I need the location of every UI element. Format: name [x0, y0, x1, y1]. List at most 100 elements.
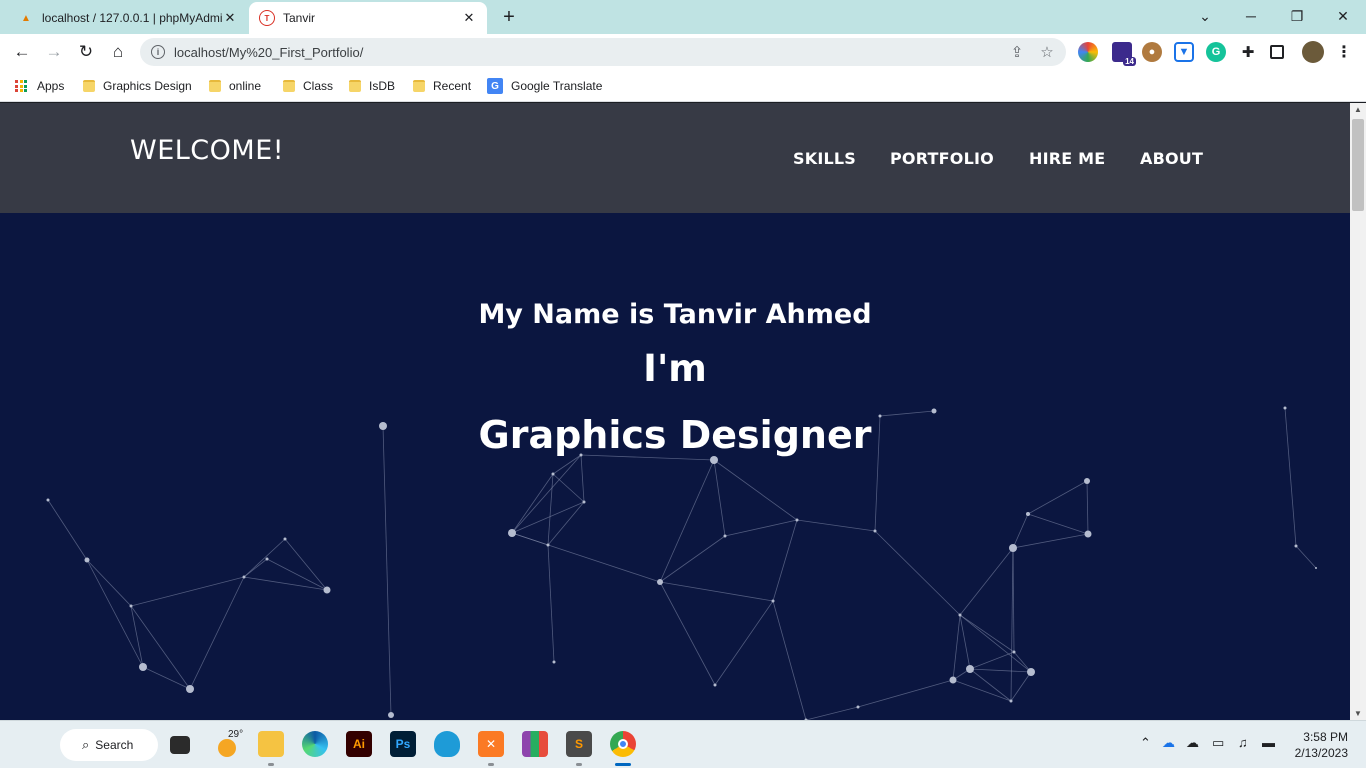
nav-hire-me[interactable]: HIRE ME [1029, 149, 1105, 168]
cookie-extension-icon[interactable]: ● [1142, 42, 1162, 62]
apps-grid-icon [15, 80, 27, 92]
back-button[interactable]: ← [10, 40, 34, 64]
shield-extension-icon[interactable]: ▼ [1174, 42, 1194, 62]
page-scrollbar[interactable]: ▲ ▼ [1350, 103, 1366, 720]
sublime-icon[interactable]: S [566, 731, 592, 757]
photoshop-icon[interactable]: Ps [390, 731, 416, 757]
battery-icon[interactable]: ▬ [1262, 735, 1275, 750]
extensions-puzzle-icon[interactable]: ✚ [1238, 42, 1258, 62]
network-line [130, 605, 191, 690]
network-node [1027, 668, 1035, 676]
tab-phpmyadmin[interactable]: ▲ localhost / 127.0.0.1 | phpMyAdmin ✕ [8, 2, 248, 34]
system-clock[interactable]: 3:58 PM 2/13/2023 [1295, 729, 1348, 761]
minimize-button[interactable]: ─ [1228, 0, 1274, 32]
bookmark-label: Recent [433, 79, 472, 93]
nav-skills[interactable]: SKILLS [793, 149, 856, 168]
close-tab-icon[interactable]: ✕ [222, 10, 238, 26]
network-line [796, 519, 876, 532]
weather-widget[interactable]: 29° [216, 729, 246, 759]
bookmark-isdb[interactable]: IsDB [349, 76, 395, 96]
bookmark-class[interactable]: Class [283, 76, 333, 96]
app-icon[interactable] [434, 731, 460, 757]
url-text: localhost/My%20_First_Portfolio/ [174, 44, 364, 60]
network-line [724, 519, 798, 537]
nav-portfolio[interactable]: PORTFOLIO [890, 149, 994, 168]
network-node [551, 472, 555, 476]
scroll-up-icon[interactable]: ▲ [1354, 105, 1362, 114]
color-picker-extension-icon[interactable] [1078, 42, 1098, 62]
bookmark-label: Graphics Design [103, 79, 192, 93]
network-line [142, 666, 191, 690]
network-line [959, 614, 971, 670]
volume-icon[interactable]: ♫ [1238, 735, 1248, 750]
close-window-button[interactable]: ✕ [1320, 0, 1366, 32]
scroll-thumb[interactable] [1352, 119, 1364, 211]
file-explorer-icon[interactable] [258, 731, 284, 757]
chrome-icon[interactable] [610, 731, 636, 757]
network-node [186, 685, 194, 693]
network-line [284, 538, 328, 591]
profile-avatar[interactable] [1302, 41, 1324, 63]
network-line [243, 558, 268, 578]
share-icon[interactable]: ⇪ [1006, 41, 1028, 63]
network-line [1012, 513, 1029, 549]
site-logo[interactable]: WELCOME! [130, 135, 284, 166]
site-info-icon[interactable]: i [151, 45, 165, 59]
network-line [772, 519, 798, 602]
bookmark-google-translate[interactable]: G Google Translate [487, 76, 602, 96]
nav-about[interactable]: ABOUT [1140, 149, 1203, 168]
running-indicator [576, 763, 582, 766]
home-button[interactable]: ⌂ [106, 40, 130, 64]
scroll-down-icon[interactable]: ▼ [1354, 709, 1362, 718]
folder-icon [413, 80, 425, 92]
network-line [511, 532, 661, 583]
network-line [86, 559, 132, 607]
bookmark-star-icon[interactable]: ☆ [1036, 41, 1058, 63]
bookmark-label: IsDB [369, 79, 396, 93]
network-line [713, 459, 798, 521]
network-line [130, 605, 144, 668]
network-line [547, 473, 554, 546]
tab-tanvir[interactable]: T Tanvir ✕ [249, 2, 487, 34]
new-tab-button[interactable]: + [497, 6, 521, 30]
weather-temp: 29° [228, 729, 244, 740]
network-line [547, 501, 585, 546]
network-icon[interactable]: ▭ [1212, 735, 1224, 751]
network-line [130, 576, 245, 607]
edge-icon[interactable] [302, 731, 328, 757]
network-node [1026, 512, 1030, 516]
xampp-icon[interactable]: ✕ [478, 731, 504, 757]
reload-button[interactable]: ↻ [74, 40, 98, 64]
network-node [949, 676, 957, 684]
restore-button[interactable]: ❐ [1274, 0, 1320, 32]
side-panel-icon[interactable] [1270, 45, 1284, 59]
bookmark-apps[interactable]: Apps [15, 76, 64, 96]
taskbar-search[interactable]: ⌕ Search [60, 729, 158, 761]
bookmarks-bar: Apps Graphics Design online Class IsDB R… [0, 70, 1366, 102]
folder-icon [283, 80, 295, 92]
winrar-icon[interactable] [522, 731, 548, 757]
browser-toolbar: ← → ↻ ⌂ i localhost/My%20_First_Portfoli… [0, 34, 1366, 70]
show-hidden-icons-icon[interactable]: ⌃ [1140, 735, 1151, 751]
bookmark-recent[interactable]: Recent [413, 76, 471, 96]
cloud-icon[interactable]: ☁ [1186, 735, 1199, 751]
network-line [857, 679, 954, 708]
close-tab-icon[interactable]: ✕ [461, 10, 477, 26]
tab-search-button[interactable]: ⌄ [1182, 0, 1228, 32]
forward-button[interactable]: → [42, 40, 66, 64]
address-bar[interactable]: i localhost/My%20_First_Portfolio/ ⇪ ☆ [140, 38, 1066, 66]
chrome-menu-icon[interactable]: ⋮ [1334, 42, 1354, 62]
graduation-extension-icon[interactable]: 14 [1112, 42, 1136, 66]
network-node [323, 586, 331, 594]
start-icon[interactable] [20, 733, 44, 757]
network-node [1084, 530, 1092, 538]
network-node [795, 518, 799, 522]
grammarly-extension-icon[interactable]: G [1206, 42, 1226, 62]
bookmark-online[interactable]: online [209, 76, 261, 96]
network-node [139, 663, 147, 671]
network-line [580, 454, 585, 503]
onedrive-sync-icon[interactable]: ☁ [1162, 735, 1175, 751]
illustrator-icon[interactable]: Ai [346, 731, 372, 757]
bookmark-graphics-design[interactable]: Graphics Design [83, 76, 192, 96]
task-view-icon[interactable] [170, 736, 190, 754]
